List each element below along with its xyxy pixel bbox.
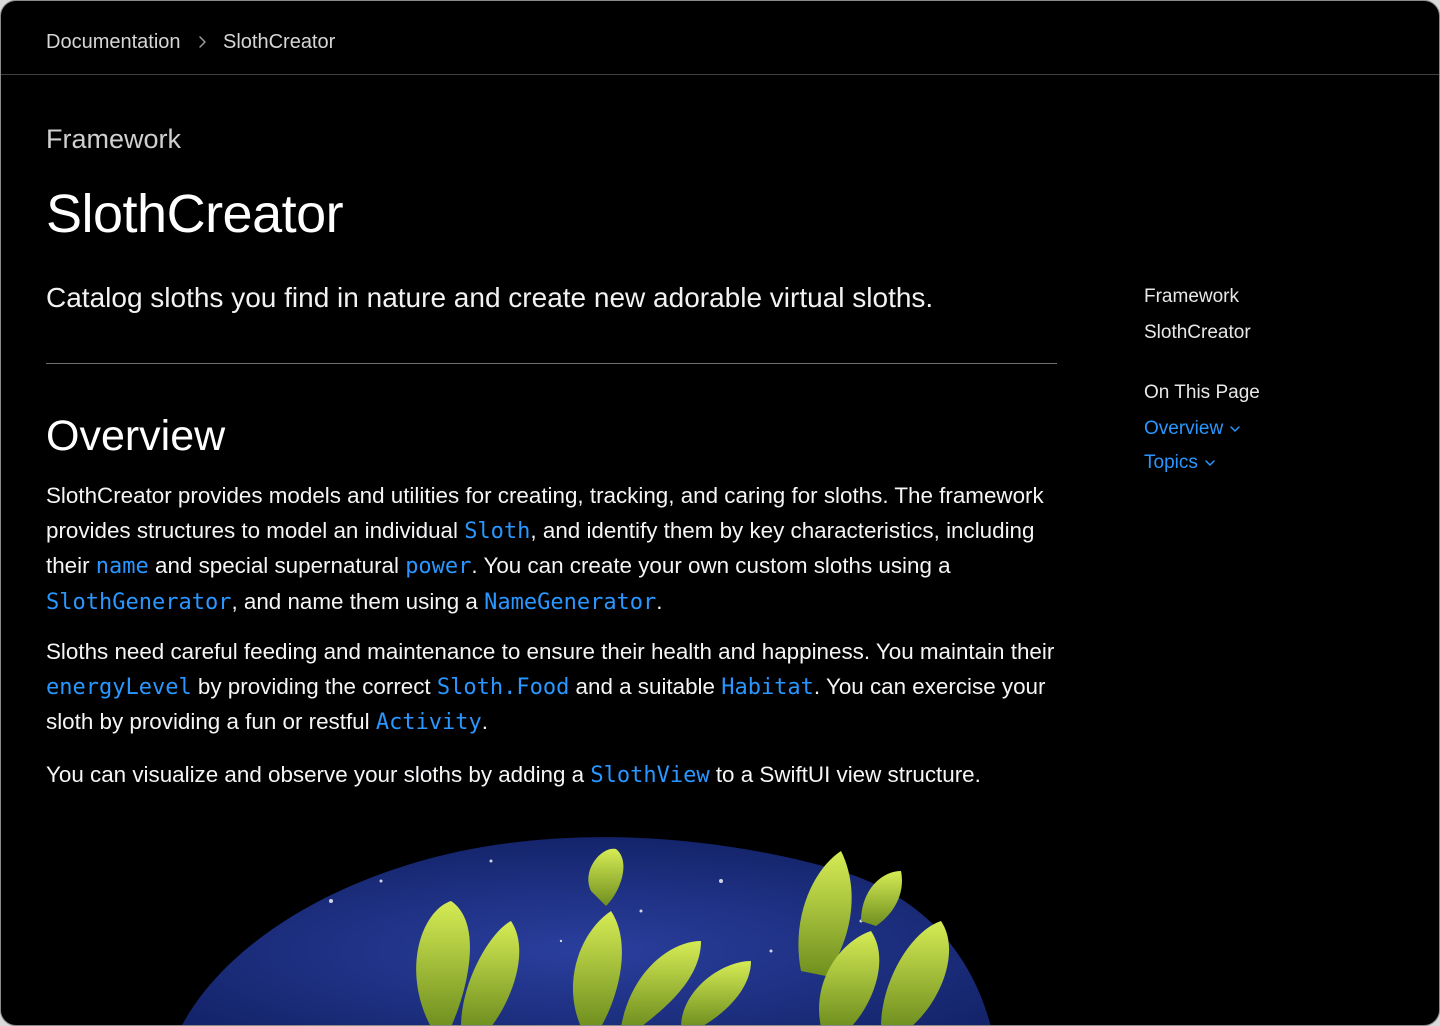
documentation-window: Documentation SlothCreator Framework Slo… <box>0 0 1440 1026</box>
sidebar-link-label: Overview <box>1144 418 1224 439</box>
navigation-bar: Documentation SlothCreator <box>1 1 1439 75</box>
overview-paragraph-3: You can visualize and observe your sloth… <box>46 758 1061 794</box>
text-run: . <box>481 709 489 734</box>
text-run: You can visualize and observe your sloth… <box>46 762 591 787</box>
power-symbol-link[interactable]: power <box>405 554 471 579</box>
page-title: SlothCreator <box>46 184 344 244</box>
sloth-food-symbol-link[interactable]: Sloth.Food <box>437 675 569 700</box>
breadcrumb-slothcreator[interactable]: SlothCreator <box>223 30 335 54</box>
text-run: to a SwiftUI view structure. <box>709 762 981 787</box>
page-eyebrow: Framework <box>46 124 182 154</box>
name-generator-symbol-link[interactable]: NameGenerator <box>484 590 656 615</box>
overview-heading: Overview <box>46 412 226 460</box>
sidebar-link-topics[interactable]: Topics <box>1144 451 1216 475</box>
text-run: . <box>656 588 663 614</box>
chevron-right-icon <box>199 36 206 48</box>
sloth-generator-symbol-link[interactable]: SlothGenerator <box>46 590 231 615</box>
sidebar-link-overview[interactable]: Overview <box>1144 417 1241 441</box>
text-run: and special supernatural <box>148 553 406 578</box>
breadcrumb-documentation[interactable]: Documentation <box>46 30 181 54</box>
chevron-down-icon <box>1205 460 1215 466</box>
text-run: and a suitable <box>569 673 722 699</box>
sloth-view-symbol-link[interactable]: SlothView <box>590 763 709 788</box>
sidebar-kind: Framework <box>1144 286 1240 307</box>
on-this-page-label: On This Page <box>1144 382 1260 403</box>
page-abstract: Catalog sloths you find in nature and cr… <box>46 282 934 313</box>
text-run: Sloths need careful feeding and maintena… <box>46 639 1055 664</box>
sidebar-name: SlothCreator <box>1144 322 1251 343</box>
energy-level-symbol-link[interactable]: energyLevel <box>46 675 192 700</box>
text-run: . You can create your own custom sloths … <box>471 553 951 578</box>
text-run: , and name them using a <box>231 588 485 614</box>
name-symbol-link[interactable]: name <box>96 554 149 579</box>
overview-paragraph-1: SlothCreator provides models and utiliti… <box>46 479 1061 620</box>
overview-paragraph-2: Sloths need careful feeding and maintena… <box>46 635 1061 741</box>
activity-symbol-link[interactable]: Activity <box>376 710 482 735</box>
sidebar-link-label: Topics <box>1144 452 1198 473</box>
planet-leaves-illustration <box>182 837 991 1025</box>
text-run: by providing the correct <box>191 673 437 699</box>
sloth-symbol-link[interactable]: Sloth <box>464 519 530 544</box>
chevron-down-icon <box>1230 426 1240 432</box>
section-divider <box>46 363 1057 364</box>
habitat-symbol-link[interactable]: Habitat <box>721 675 814 700</box>
